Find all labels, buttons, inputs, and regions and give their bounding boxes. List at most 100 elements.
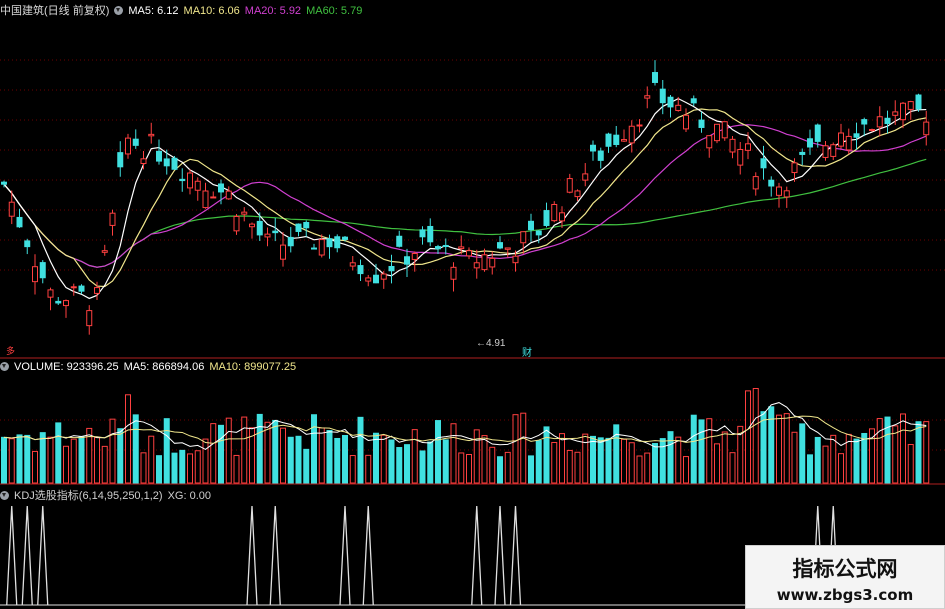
- volume-bar: [218, 424, 224, 484]
- candle-body: [117, 152, 124, 168]
- volume-bar: [380, 434, 387, 484]
- candle-body: [559, 212, 565, 222]
- volume-bar: [47, 436, 54, 484]
- volume-bar: [822, 445, 829, 484]
- candle-body: [225, 190, 232, 200]
- volume-bar: [342, 435, 348, 484]
- volume-bar: [838, 453, 844, 484]
- kdj-label: KDJ选股指标(6,14,95,250,1,2): [14, 490, 163, 502]
- stock-label: 中国建筑(日线 前复权): [0, 5, 110, 17]
- candle-body: [419, 229, 426, 238]
- candle-body: [458, 246, 465, 250]
- candle-body: [497, 242, 503, 249]
- candle-body: [450, 266, 457, 280]
- candle-body: [303, 222, 310, 229]
- candle-body: [311, 247, 317, 250]
- candle-body: [667, 96, 674, 108]
- candle-body: [163, 158, 170, 167]
- volume-bar: [318, 427, 325, 484]
- volume-bar: [179, 449, 186, 484]
- volume-bar: [714, 443, 720, 484]
- candle-body: [187, 172, 193, 189]
- volume-bar: [373, 432, 379, 484]
- candle-body: [132, 138, 139, 146]
- candle-body: [853, 133, 860, 138]
- volume-bar: [667, 431, 674, 484]
- volume-bar: [272, 419, 279, 484]
- volume-bar: [39, 432, 46, 484]
- volume-bar: [628, 442, 635, 484]
- volume-bar: [876, 418, 883, 484]
- volume-bar: [8, 438, 15, 484]
- volume-bar: [559, 433, 565, 484]
- candle-body: [737, 148, 744, 166]
- candle-body: [109, 212, 116, 226]
- candle-body: [241, 211, 248, 215]
- candle-body: [396, 235, 403, 247]
- volume-bar: [435, 420, 441, 484]
- candle-body: [861, 119, 868, 125]
- candle-body: [8, 201, 15, 217]
- volume-bar: [915, 421, 922, 484]
- left-marker: 多: [6, 345, 15, 357]
- ma5-line: [3, 97, 927, 300]
- candle-body: [597, 150, 604, 161]
- volume-bar: [125, 394, 131, 484]
- candle-body: [435, 246, 441, 250]
- candle-body: [47, 289, 54, 298]
- volume-bar: [683, 456, 689, 484]
- candle-body: [884, 117, 891, 125]
- candle-body: [807, 138, 813, 148]
- volume-bar: [233, 454, 240, 484]
- candle-body: [365, 277, 372, 282]
- candle-body: [233, 216, 240, 232]
- candle-body: [326, 238, 333, 248]
- volume-bar: [830, 434, 837, 484]
- candle-body: [791, 162, 798, 174]
- volume-bar: [644, 452, 651, 484]
- candle-body: [845, 135, 852, 151]
- volume-bar: [791, 431, 798, 484]
- volume-bar: [481, 435, 488, 484]
- volume-bar: [721, 431, 728, 484]
- candle-body: [907, 101, 914, 110]
- candle-body: [551, 203, 558, 222]
- volume-bar: [907, 444, 914, 484]
- volume-bar: [458, 452, 465, 484]
- candle-body: [249, 223, 255, 228]
- volume-bar: [768, 406, 775, 484]
- volume-bar: [636, 455, 643, 484]
- dropdown-icon[interactable]: [0, 491, 9, 500]
- dropdown-icon[interactable]: [114, 6, 124, 15]
- volume-bar: [396, 447, 403, 484]
- volume-bar: [597, 437, 604, 484]
- volume-bar: [24, 434, 31, 484]
- dropdown-icon[interactable]: [0, 362, 9, 371]
- candle-body: [427, 225, 434, 243]
- volume-bar: [303, 448, 310, 484]
- candle-body: [466, 250, 472, 257]
- volume-bar: [32, 450, 38, 484]
- volume-bar: [357, 416, 364, 484]
- candle-body: [590, 144, 596, 152]
- volume-bar: [404, 444, 410, 484]
- candle-body: [16, 216, 23, 228]
- candle-body: [380, 273, 387, 280]
- volume-bar: [807, 454, 813, 484]
- candle-body: [745, 143, 751, 151]
- volume-bar: [528, 455, 534, 484]
- candle-body: [280, 244, 286, 260]
- candle-body: [799, 151, 806, 155]
- vol-ma5-label: MA5: 866894.06: [123, 361, 205, 373]
- ma20-label: MA20: 5.92: [244, 5, 302, 17]
- candle-body: [334, 236, 341, 249]
- watermark-title: 指标公式网: [792, 557, 898, 581]
- ma10-label: MA10: 6.06: [183, 5, 240, 17]
- volume-bar: [504, 451, 511, 484]
- candle-body: [783, 190, 790, 198]
- volume-bar: [776, 414, 782, 484]
- volume-bar: [148, 435, 155, 484]
- xg-signal-spike: [471, 505, 483, 606]
- candle-body: [876, 116, 883, 128]
- candle-body: [349, 262, 356, 267]
